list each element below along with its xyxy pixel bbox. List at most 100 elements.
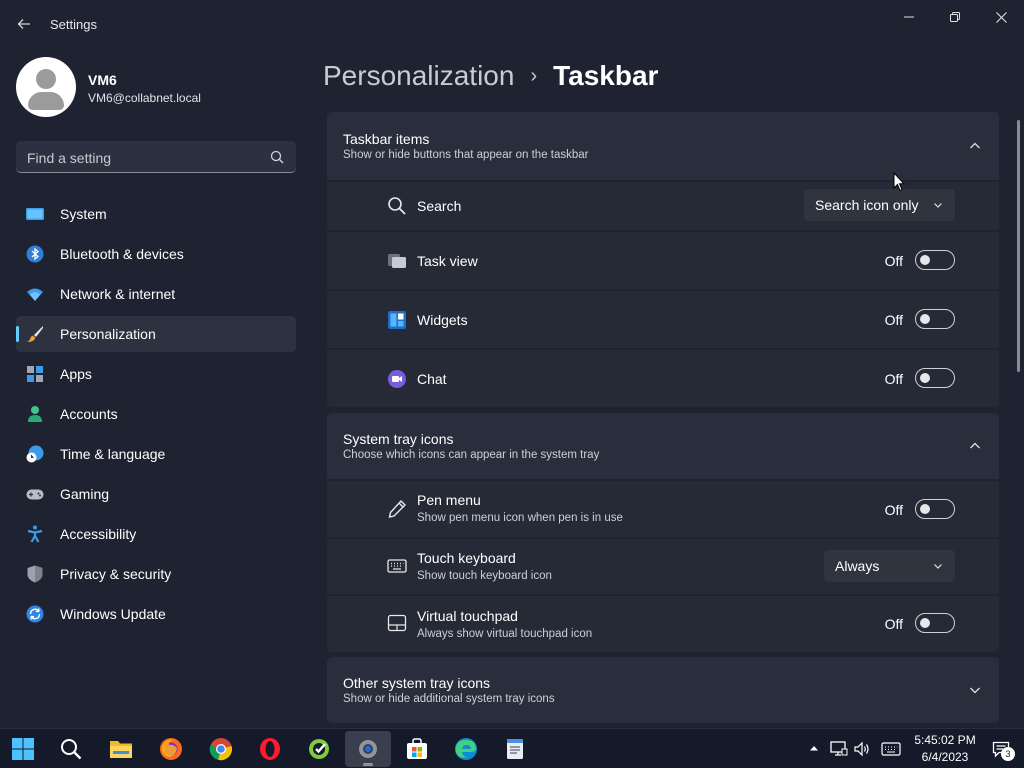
touch-keyboard-dropdown[interactable]: Always [824,550,955,582]
sidebar-item-apps[interactable]: Apps [16,356,296,392]
toggle-state-label: Off [884,502,903,518]
system-tray-icons-header[interactable]: System tray icons Choose which icons can… [327,413,999,479]
sidebar-item-system[interactable]: System [16,196,296,232]
sidebar-item-privacy[interactable]: Privacy & security [16,556,296,592]
toggle-state-label: Off [884,312,903,328]
breadcrumb: Personalization › Taskbar [323,60,658,92]
chevron-up-icon[interactable] [969,440,981,452]
show-hidden-icons-chevron-icon[interactable] [809,744,819,752]
minimize-button[interactable] [886,6,932,28]
sidebar-item-label: Bluetooth & devices [60,246,184,262]
chevron-down-icon [934,203,942,208]
sidebar-item-accessibility[interactable]: Accessibility [16,516,296,552]
search-mode-dropdown[interactable]: Search icon only [804,189,955,221]
section-subtitle: Show or hide buttons that appear on the … [343,149,589,161]
task-view-toggle[interactable] [915,250,955,270]
firefox-icon [160,738,182,760]
pen-menu-toggle[interactable] [915,499,955,519]
sidebar-item-accounts[interactable]: Accounts [16,396,296,432]
search-input[interactable]: Find a setting [16,141,296,173]
start-button[interactable] [0,731,46,767]
volume-icon[interactable] [853,740,871,758]
sidebar-item-label: Windows Update [60,606,166,622]
touch-keyboard-tray-icon[interactable] [881,741,901,757]
network-icon[interactable] [830,740,848,758]
back-arrow-icon [17,19,30,29]
toggle-state-label: Off [884,253,903,269]
setting-row-pen-menu: Pen menu Show pen menu icon when pen is … [327,481,999,537]
restore-button[interactable] [932,6,978,28]
search-icon [388,197,406,215]
app-icon [309,739,329,759]
sidebar-item-network[interactable]: Network & internet [16,276,296,312]
sidebar-item-label: Personalization [60,326,156,342]
avatar-head-shape [36,69,56,89]
user-email: VM6@collabnet.local [88,91,201,105]
sidebar-item-time-language[interactable]: Time & language [16,436,296,472]
file-explorer-button[interactable] [98,731,144,767]
sidebar-item-gaming[interactable]: Gaming [16,476,296,512]
virtual-touchpad-toggle[interactable] [915,613,955,633]
chat-toggle[interactable] [915,368,955,388]
sidebar-item-label: Accessibility [60,526,137,542]
chevron-down-icon[interactable] [969,684,981,696]
paintbrush-icon [27,326,43,343]
chrome-button[interactable] [198,731,244,767]
toggle-state-label: Off [884,371,903,387]
sidebar-item-label: Accounts [60,406,118,422]
widgets-toggle[interactable] [915,309,955,329]
notepad-icon [507,739,523,759]
sidebar-item-personalization[interactable]: Personalization [16,316,296,352]
avatar[interactable] [16,57,76,117]
windows-logo-icon [12,738,34,760]
sidebar-item-label: Network & internet [60,286,176,302]
search-icon [270,150,284,164]
edge-button[interactable] [443,731,489,767]
store-icon [407,738,427,759]
mouse-cursor-icon [893,172,905,192]
back-button[interactable] [12,12,36,36]
chrome-icon [209,738,232,761]
toggle-knob [920,618,930,628]
chevron-up-icon[interactable] [969,140,981,152]
app-title: Settings [50,17,97,32]
wifi-icon [27,288,43,301]
close-icon [995,11,1007,23]
sidebar-item-bluetooth[interactable]: Bluetooth & devices [16,236,296,272]
toggle-knob [920,373,930,383]
chevron-down-icon [934,564,942,569]
system-icon [26,208,44,220]
setting-row-virtual-touchpad: Virtual touchpad Always show virtual tou… [327,596,999,652]
sidebar-item-label: Privacy & security [60,566,172,582]
breadcrumb-parent[interactable]: Personalization [323,60,514,91]
keyboard-icon [387,559,407,573]
toggle-state-label: Off [884,616,903,632]
opera-button[interactable] [247,731,293,767]
globe-clock-icon [26,445,44,463]
firefox-button[interactable] [148,731,194,767]
settings-taskbar-button[interactable] [345,731,391,767]
other-tray-icons-header[interactable]: Other system tray icons Show or hide add… [327,657,999,723]
setting-label: Touch keyboard [417,550,516,566]
close-button[interactable] [978,6,1024,28]
shield-icon [27,565,43,583]
sidebar-item-windows-update[interactable]: Windows Update [16,596,296,632]
section-title: Taskbar items [343,131,430,147]
sidebar-item-label: Time & language [60,446,166,462]
toggle-knob [920,255,930,265]
taskbar-search-button[interactable] [48,731,94,767]
store-button[interactable] [394,731,440,767]
title-bar: Settings [0,0,1024,48]
clock-date: 6/4/2023 [921,750,969,764]
scrollbar[interactable] [1017,120,1020,372]
clock-time: 5:45:02 PM [914,733,976,747]
minimize-icon [904,16,914,18]
setting-description: Show pen menu icon when pen is in use [417,512,623,524]
setting-label: Virtual touchpad [417,608,518,624]
pinned-app-button[interactable] [296,731,342,767]
clock[interactable]: 5:45:02 PM 6/4/2023 [910,732,980,766]
setting-row-widgets: Widgets Off [327,291,999,348]
sidebar-nav: System Bluetooth & devices Network & int… [16,196,296,636]
notepad-button[interactable] [492,731,538,767]
taskbar-items-header[interactable]: Taskbar items Show or hide buttons that … [327,112,999,180]
